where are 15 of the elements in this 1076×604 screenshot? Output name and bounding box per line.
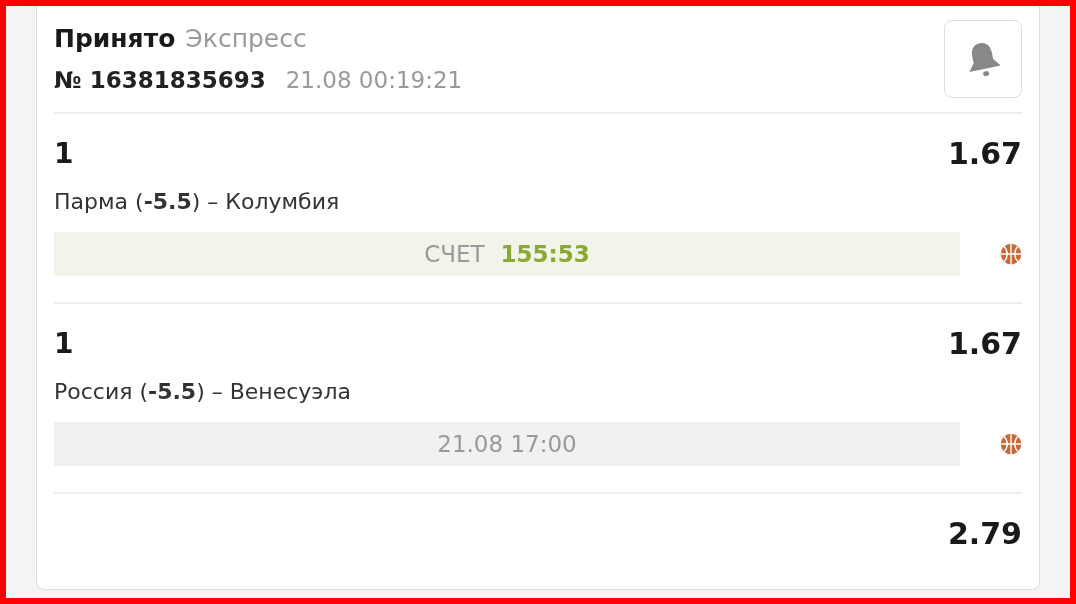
odds: 2.79	[947, 516, 1022, 551]
bet-type: Экспресс	[185, 24, 307, 53]
pick: 1	[54, 327, 74, 360]
event-teams: Россия (-5.5) – Венесуэла	[54, 379, 352, 404]
start-time: 21.08 17:00	[54, 422, 960, 466]
notification-button[interactable]	[944, 20, 1022, 98]
score: 155:53	[500, 241, 590, 267]
odds: 1.67	[947, 136, 1022, 171]
event-teams: Парма (-5.5) – Колумбия	[54, 189, 341, 214]
pick: 1	[54, 137, 74, 170]
score-label: СЧЕТ	[424, 241, 485, 267]
bet-number: № 16381835693	[54, 67, 266, 93]
bet-status: Принято	[54, 24, 176, 53]
bet-datetime: 21.08 00:19:21	[285, 67, 463, 93]
odds: 1.67	[947, 326, 1022, 361]
